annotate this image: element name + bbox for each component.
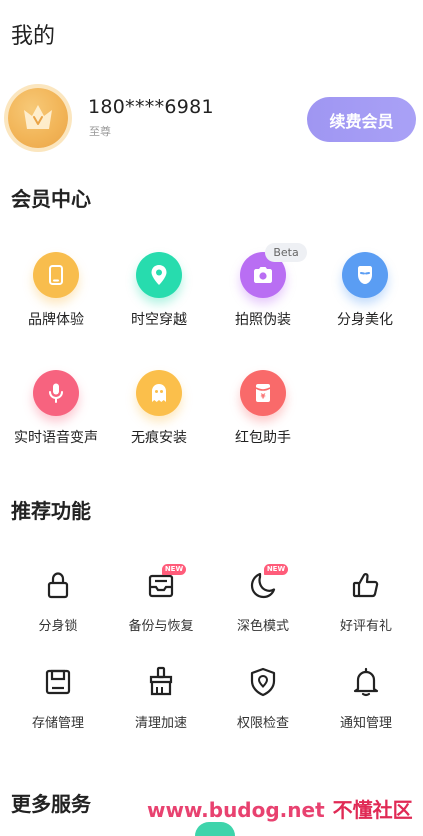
recommended-title: 推荐功能 <box>11 499 91 523</box>
feature-permission-check[interactable]: 权限检查 <box>211 665 315 731</box>
backup-box-icon: NEW <box>144 564 186 602</box>
member-item-voice-changer[interactable]: 实时语音变声 <box>4 370 108 447</box>
mask-icon <box>342 252 388 298</box>
location-pin-icon <box>136 252 182 298</box>
feature-label: 备份与恢复 <box>128 619 194 634</box>
feature-label: 清理加速 <box>134 716 187 731</box>
feature-cleanup-boost[interactable]: 清理加速 <box>109 665 213 731</box>
feature-label: 深色模式 <box>236 619 289 634</box>
membership-level: 至尊 <box>89 125 111 138</box>
new-badge: NEW <box>162 564 186 575</box>
phone-icon <box>33 252 79 298</box>
page-title: 我的 <box>11 24 56 49</box>
thumbs-up-icon <box>349 568 383 602</box>
member-item-clone-beautify[interactable]: 分身美化 <box>313 252 417 329</box>
more-services-title: 更多服务 <box>11 792 91 816</box>
new-badge: NEW <box>264 564 288 575</box>
brush-icon <box>144 665 178 699</box>
member-item-traceless-install[interactable]: 无痕安装 <box>107 370 211 447</box>
lock-icon <box>41 568 75 602</box>
service-icon-peek <box>195 822 235 836</box>
feature-label: 好评有礼 <box>339 619 392 634</box>
member-item-label: 品牌体验 <box>28 312 84 328</box>
watermark-url: www.budog.net <box>147 798 325 822</box>
member-item-brand-experience[interactable]: 品牌体验 <box>4 252 108 329</box>
avatar[interactable] <box>8 88 68 148</box>
renew-membership-button[interactable]: 续费会员 <box>307 97 416 142</box>
feature-review-reward[interactable]: 好评有礼 <box>314 568 418 634</box>
watermark-name: 不懂社区 <box>332 798 413 822</box>
feature-label: 存储管理 <box>31 716 84 731</box>
member-item-label: 实时语音变声 <box>14 430 98 446</box>
red-envelope-icon: ¥ <box>240 370 286 416</box>
member-item-label: 无痕安装 <box>131 430 187 446</box>
moon-icon: NEW <box>246 564 288 602</box>
member-item-label: 时空穿越 <box>131 312 187 328</box>
crown-icon <box>24 105 52 129</box>
feature-label: 通知管理 <box>339 716 392 731</box>
feature-label: 权限检查 <box>236 716 289 731</box>
feature-notification-management[interactable]: 通知管理 <box>314 665 418 731</box>
profile-phone: 180****6981 <box>88 96 214 118</box>
ghost-icon <box>136 370 182 416</box>
svg-text:¥: ¥ <box>261 393 266 401</box>
member-item-label: 红包助手 <box>235 430 291 446</box>
shield-icon <box>246 665 280 699</box>
bell-icon <box>349 665 383 699</box>
microphone-icon <box>33 370 79 416</box>
beta-badge: Beta <box>265 243 307 262</box>
feature-clone-lock[interactable]: 分身锁 <box>6 568 110 634</box>
watermark: www.budog.net 不懂社区 <box>147 794 413 823</box>
storage-icon <box>41 665 75 699</box>
feature-backup-restore[interactable]: NEW 备份与恢复 <box>109 564 213 634</box>
feature-label: 分身锁 <box>38 619 78 634</box>
member-center-title: 会员中心 <box>11 187 91 211</box>
member-item-label: 分身美化 <box>337 312 393 328</box>
feature-dark-mode[interactable]: NEW 深色模式 <box>211 564 315 634</box>
member-item-photo-disguise[interactable]: 拍照伪装 <box>211 252 315 329</box>
feature-storage-management[interactable]: 存储管理 <box>6 665 110 731</box>
member-item-time-travel[interactable]: 时空穿越 <box>107 252 211 329</box>
member-item-red-envelope-helper[interactable]: ¥ 红包助手 <box>211 370 315 447</box>
member-item-label: 拍照伪装 <box>235 312 291 328</box>
